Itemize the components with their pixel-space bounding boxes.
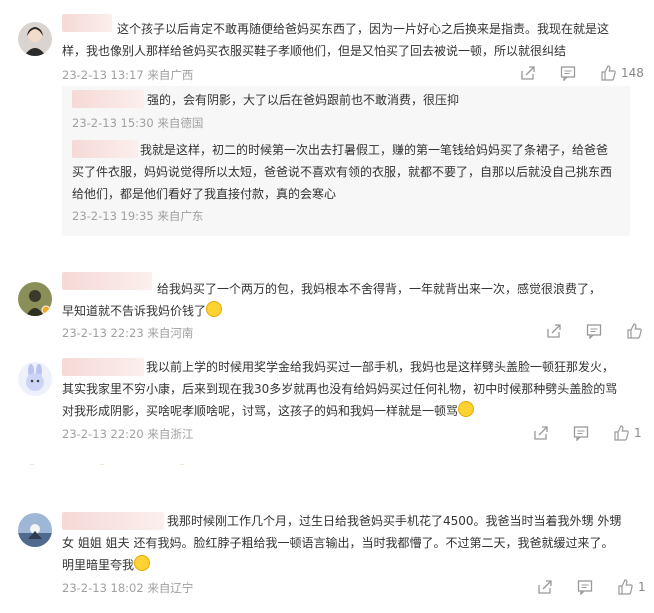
divider xyxy=(30,464,260,465)
like-count: 1 xyxy=(634,426,642,440)
username-blurred[interactable] xyxy=(62,358,144,376)
comment-text: 早知道就不告诉我妈价钱了 xyxy=(62,300,223,322)
avatar[interactable] xyxy=(18,362,52,396)
reply-meta: 23-2-13 15:30 来自德国 xyxy=(72,116,204,130)
comment-meta: 23-2-13 22:23 来自河南 xyxy=(62,326,194,340)
comment-text: 女 姐姐 姐夫 还有我妈。脸红脖子粗给我一顿语言输出，当时我都懵了。不过第二天，… xyxy=(62,536,614,550)
like-icon[interactable] xyxy=(626,323,642,339)
avatar[interactable] xyxy=(18,22,52,56)
username-blurred[interactable] xyxy=(62,512,164,530)
comment-text: 我那时候刚工作几个月，过生日给我爸妈买手机花了4500。我爸当时当着我外甥 外甥 xyxy=(167,514,622,528)
comment-text: 这个孩子以后肯定不敢再随便给爸妈买东西了，因为一片好心之后换来是指责。我现在就是… xyxy=(117,22,610,36)
comment-text: 给我妈买了一个两万的包，我妈根本不舍得背，一年就背出来一次，感觉很浪费了， xyxy=(157,282,602,296)
reply-text: 强的，会有阴影，大了以后在爸妈跟前也不敢消费，很压抑 xyxy=(147,93,460,107)
reply-text: 我就是这样，初二的时候第一次出去打暑假工，赚的第一笔钱给妈妈买了条裙子，给爸爸 xyxy=(140,143,609,157)
grin-emoji-icon xyxy=(206,301,223,317)
username-blurred[interactable] xyxy=(62,272,152,290)
grin-emoji-icon xyxy=(134,555,151,571)
like-count: 148 xyxy=(621,66,644,80)
comment-actions: 1 xyxy=(533,424,642,442)
comment-text-line: 早知道就不告诉我妈价钱了 xyxy=(62,304,207,318)
like-count: 1 xyxy=(638,580,646,594)
comment-icon[interactable] xyxy=(586,323,602,340)
reply-text: 给他们，都是他们看好了我直接付款，真的会寒心 xyxy=(72,187,337,201)
share-icon[interactable] xyxy=(533,425,549,441)
comment-meta: 23-2-13 22:20 来自浙江 xyxy=(62,427,194,441)
crying-emoji-icon xyxy=(458,401,475,417)
username-blurred[interactable] xyxy=(72,90,144,108)
comment-text: 我以前上学的时候用奖学金给我妈买过一部手机，我妈也是这样劈头盖脸一顿狂那发火， xyxy=(146,360,615,374)
comment-actions: 148 xyxy=(520,64,644,82)
comment-text-line: 对我形成阴影，买啥呢孝顺啥呢，讨骂，这孩子的妈和我妈一样就是一顿骂 xyxy=(62,404,459,418)
like-icon[interactable] xyxy=(617,579,633,595)
comment-text: 其实我家里不穷小康，后来到现在我30多岁就再也没有给妈妈买过任何礼物，初中时候那… xyxy=(62,382,618,396)
reply-text: 买了件衣服，妈妈说觉得所以太短，爸爸说不喜欢有领的衣服，就都不要了，自那以后就没… xyxy=(72,165,613,179)
share-icon[interactable] xyxy=(537,579,553,595)
like-icon[interactable] xyxy=(600,65,616,81)
comment-actions: 1 xyxy=(537,578,646,596)
share-icon[interactable] xyxy=(546,323,562,339)
avatar[interactable] xyxy=(18,282,52,316)
comment-text-line: 明里暗里夸我 xyxy=(62,558,135,572)
reply-meta: 23-2-13 19:35 来自广东 xyxy=(72,209,204,223)
username-blurred[interactable] xyxy=(62,14,112,32)
comment-icon[interactable] xyxy=(577,579,593,596)
like-icon[interactable] xyxy=(613,425,629,441)
comment-meta: 23-2-13 13:17 来自广西 xyxy=(62,68,194,82)
comment-icon[interactable] xyxy=(573,425,589,442)
username-blurred[interactable] xyxy=(72,140,138,158)
comment-actions xyxy=(546,322,647,340)
comment-text: 明里暗里夸我 xyxy=(62,554,151,576)
comment-meta: 23-2-13 18:02 来自辽宁 xyxy=(62,581,194,595)
comment-icon[interactable] xyxy=(560,65,576,82)
comment-text: 样，我也像别人那样给爸妈买衣服买鞋子孝顺他们，但是又怕买了回去被说一顿，所以就很… xyxy=(62,44,567,58)
avatar[interactable] xyxy=(18,513,52,547)
share-icon[interactable] xyxy=(520,65,536,81)
comment-text: 对我形成阴影，买啥呢孝顺啥呢，讨骂，这孩子的妈和我妈一样就是一顿骂 xyxy=(62,400,475,422)
